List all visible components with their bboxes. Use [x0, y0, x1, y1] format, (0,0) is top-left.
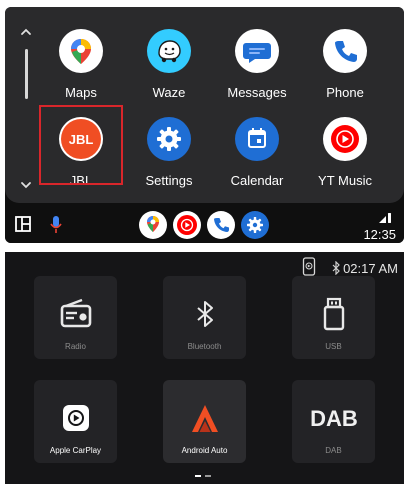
tile-dab[interactable]: DAB DAB: [292, 380, 375, 463]
tile-label: Apple CarPlay: [49, 446, 102, 455]
status-time: 02:17 AM: [343, 261, 398, 276]
dab-logo-text: DAB: [310, 406, 358, 431]
bluetooth-icon: [197, 301, 213, 327]
tile-label: USB: [325, 342, 342, 351]
app-label: JBL: [69, 173, 93, 188]
tile-usb[interactable]: USB: [292, 276, 375, 359]
tile-label: Android Auto: [181, 446, 228, 455]
app-settings[interactable]: Settings: [129, 117, 209, 193]
scroll-up-icon[interactable]: [19, 25, 33, 39]
app-label: Messages: [227, 85, 287, 100]
phone-connection-icon: [302, 257, 316, 276]
radio-icon: [60, 298, 92, 328]
microphone-icon[interactable]: [49, 215, 63, 235]
bluetooth-status-icon: [332, 261, 340, 275]
app-calendar[interactable]: Calendar: [217, 117, 297, 193]
jbl-icon: JBL: [59, 117, 103, 161]
dab-icon: DAB: [310, 406, 358, 431]
gear-icon: [147, 117, 191, 161]
status-time: 12:35: [363, 227, 396, 242]
jbl-logo-text: JBL: [69, 132, 94, 147]
app-label: Settings: [145, 173, 193, 188]
android-auto-taskbar: 12:35: [5, 207, 404, 243]
app-phone[interactable]: Phone: [305, 29, 385, 105]
app-jbl[interactable]: JBL JBL: [39, 105, 123, 188]
phone-icon: [323, 29, 367, 73]
app-label: Calendar: [230, 173, 284, 188]
dashboard-icon[interactable]: [15, 216, 31, 232]
page-dot[interactable]: [205, 475, 211, 477]
calendar-icon: [235, 117, 279, 161]
usb-icon: [323, 297, 345, 331]
dock-maps-icon[interactable]: [139, 211, 167, 239]
android-auto-icon: [192, 405, 218, 432]
yt-music-icon: [323, 117, 367, 161]
app-label: Waze: [152, 85, 186, 100]
signal-battery-icon: [379, 213, 391, 223]
scrollbar-thumb[interactable]: [25, 49, 28, 99]
tile-label: Radio: [65, 342, 86, 351]
tile-label: DAB: [325, 446, 342, 455]
messages-icon: [235, 29, 279, 73]
android-auto-screen: Maps Waze Messages Phone JBL JBL Setting…: [5, 7, 404, 243]
tile-radio[interactable]: Radio: [34, 276, 117, 359]
app-maps[interactable]: Maps: [41, 29, 121, 105]
app-label: YT Music: [318, 173, 372, 188]
app-messages[interactable]: Messages: [217, 29, 297, 105]
tile-apple-carplay[interactable]: Apple CarPlay: [34, 380, 117, 463]
dock-phone-icon[interactable]: [207, 211, 235, 239]
app-label: Maps: [65, 85, 97, 100]
dock-yt-music-icon[interactable]: [173, 211, 201, 239]
page-indicator: [195, 475, 215, 484]
tile-bluetooth[interactable]: Bluetooth: [163, 276, 246, 359]
tile-android-auto[interactable]: Android Auto: [163, 380, 246, 463]
head-unit-screen: 02:17 AM Radio Bluetooth USB Apple CarPl…: [5, 252, 404, 484]
app-label: Phone: [326, 85, 364, 100]
waze-icon: [147, 29, 191, 73]
maps-icon: [59, 29, 103, 73]
scroll-down-icon[interactable]: [19, 178, 33, 192]
dock-gear-icon[interactable]: [241, 211, 269, 239]
app-launcher-panel: Maps Waze Messages Phone JBL JBL Setting…: [5, 7, 404, 203]
tile-label: Bluetooth: [187, 342, 222, 351]
page-dot-active[interactable]: [195, 475, 201, 477]
app-yt-music[interactable]: YT Music: [305, 117, 385, 193]
carplay-icon: [63, 405, 89, 431]
app-waze[interactable]: Waze: [129, 29, 209, 105]
